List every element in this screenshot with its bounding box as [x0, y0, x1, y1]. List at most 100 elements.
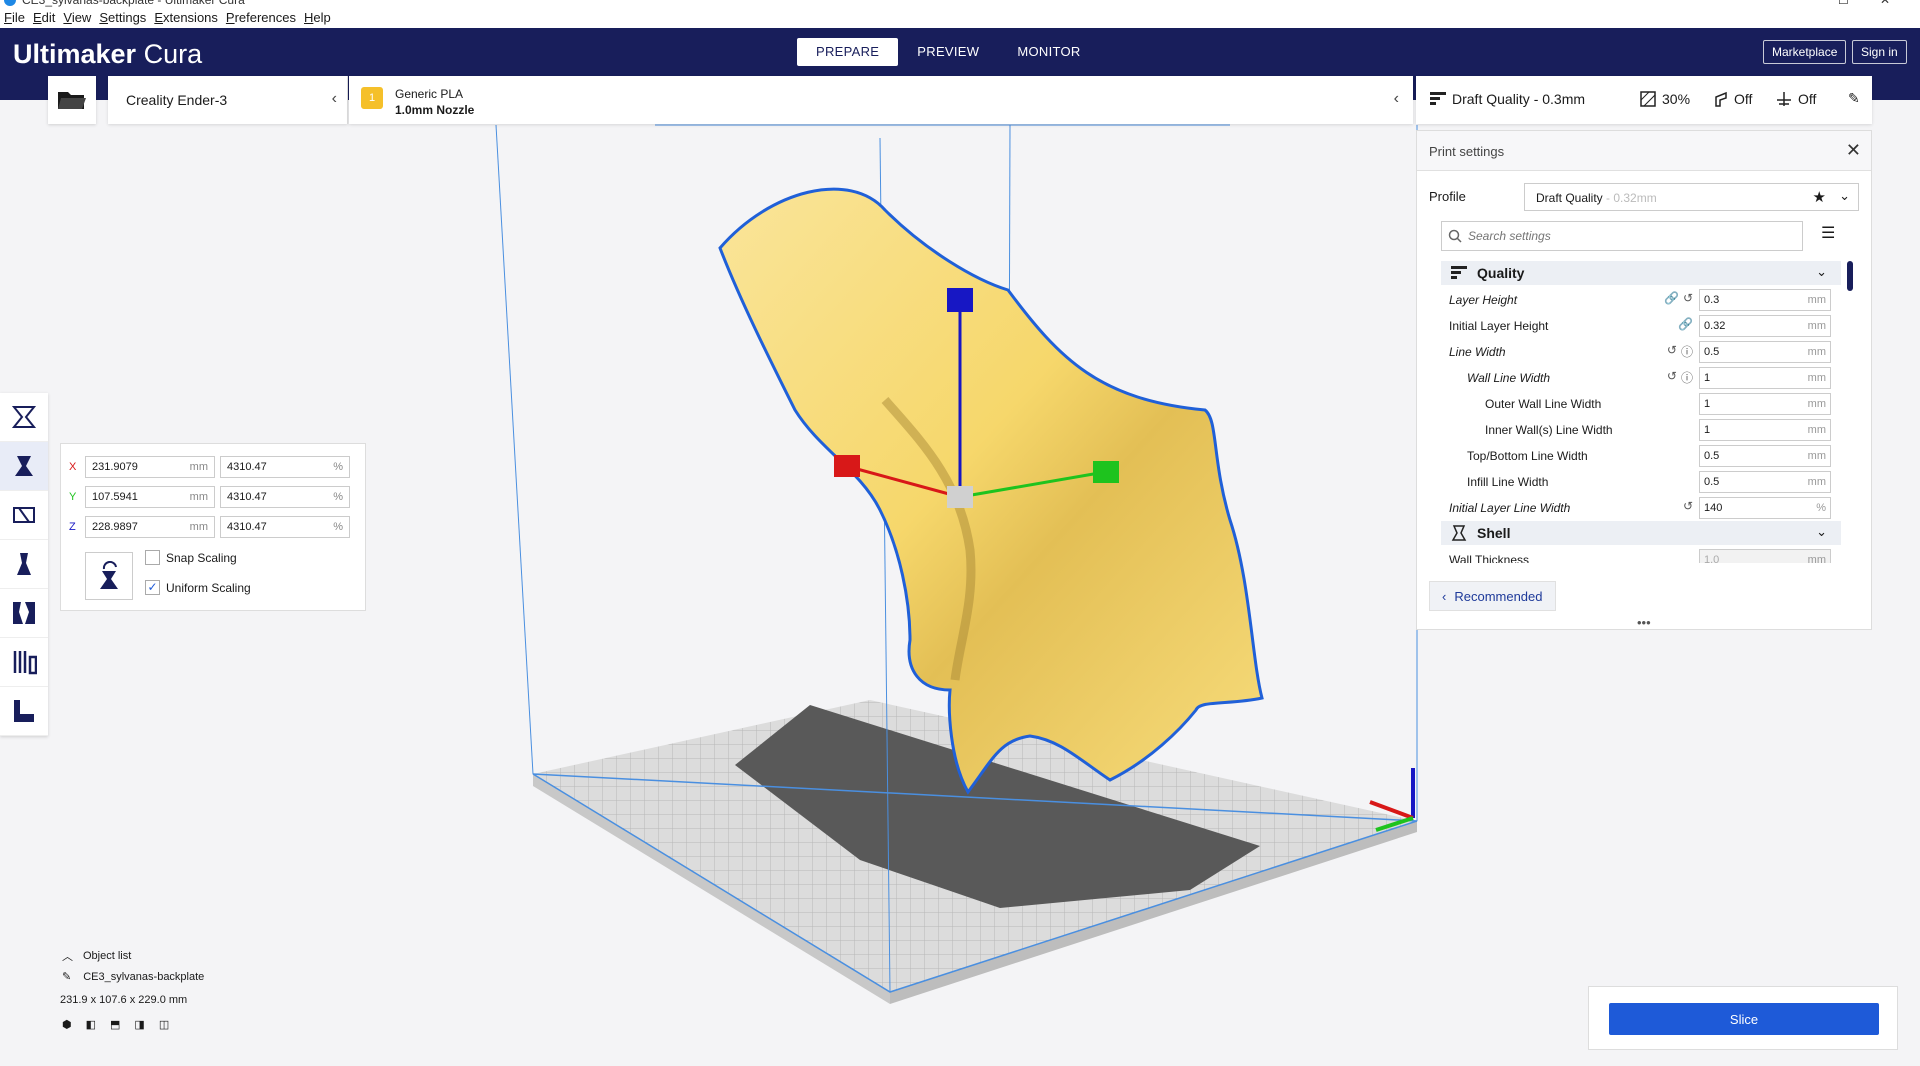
reset-icon[interactable]: ↺ [1667, 369, 1677, 386]
setting-name: Initial Layer Height [1449, 319, 1549, 333]
uniform-scaling-checkbox[interactable]: ✓ Uniform Scaling [145, 580, 251, 595]
menu-settings[interactable]: Settings [95, 8, 150, 28]
menu-file[interactable]: File [0, 8, 29, 28]
setting-value-input[interactable]: 1 mm [1699, 393, 1831, 415]
mirror-tool[interactable] [0, 540, 48, 589]
right-view-icon[interactable]: ◫ [159, 1018, 169, 1031]
material-selector[interactable]: 1 Generic PLA 1.0mm Nozzle ‹ [349, 76, 1413, 124]
setting-name: Outer Wall Line Width [1485, 397, 1602, 411]
scale-y-mm-input[interactable]: 107.5941 mm [85, 486, 215, 508]
open-file-button[interactable] [48, 76, 96, 124]
quality-icon [1430, 92, 1446, 105]
scale-y-pct-input[interactable]: 4310.47% [220, 486, 350, 508]
recommended-label: Recommended [1454, 588, 1543, 604]
z-axis-handle[interactable] [947, 288, 973, 312]
setting-line-width: Line Width ↺ ⓘ 0.5 mm [1441, 339, 1841, 365]
scale-z-pct-input[interactable]: 4310.47% [220, 516, 350, 538]
object-name-row[interactable]: ✎ CE3_sylvanas-backplate [62, 970, 204, 984]
lay-flat-tool[interactable] [0, 687, 48, 736]
mirror-icon [17, 553, 31, 575]
link-icon[interactable]: 🔗 [1678, 317, 1693, 331]
maximize-icon[interactable]: ☐ [1838, 0, 1849, 8]
brand-logo: Ultimaker Cura [13, 36, 202, 72]
setting-value-input[interactable]: 0.32 mm [1699, 315, 1831, 337]
profile-dropdown[interactable]: Draft Quality - 0.32mm ★ ⌄ [1524, 183, 1859, 211]
per-model-settings-tool[interactable] [0, 589, 48, 638]
close-icon[interactable]: ✕ [1846, 140, 1861, 161]
category-quality[interactable]: Quality ⌄ [1441, 261, 1841, 285]
scale-z-pct-value: 4310.47 [227, 521, 267, 533]
search-input[interactable] [1468, 229, 1768, 243]
snap-scaling-box[interactable] [145, 550, 160, 565]
setting-value-input[interactable]: 1 mm [1699, 367, 1831, 389]
front-view-icon[interactable]: ◧ [86, 1018, 96, 1031]
settings-visibility-menu-icon[interactable]: ☰ [1821, 223, 1835, 243]
top-view-icon[interactable]: ⬒ [110, 1018, 120, 1031]
reset-icon[interactable]: ↺ [1667, 343, 1677, 360]
snap-scaling-checkbox[interactable]: Snap Scaling [145, 550, 237, 565]
object-list-toggle[interactable]: ︿ Object list [62, 948, 131, 964]
setting-value-input[interactable]: 140% [1699, 497, 1831, 519]
settings-list[interactable]: Quality ⌄ Layer Height 🔗 ↺ 0.3 mm Initial … [1441, 261, 1841, 563]
star-icon[interactable]: ★ [1813, 188, 1826, 206]
menu-view[interactable]: View [59, 8, 95, 28]
support-blocker-tool[interactable] [0, 638, 48, 687]
tab-monitor[interactable]: MONITOR [998, 38, 1099, 66]
move-tool[interactable] [0, 393, 48, 442]
sign-in-button[interactable]: Sign in [1852, 40, 1907, 64]
scale-x-mm-input[interactable]: 231.9079 mm [85, 456, 215, 478]
edit-pencil-icon[interactable]: ✎ [1848, 90, 1860, 107]
setting-value-input[interactable]: 1.0 mm [1699, 549, 1831, 563]
chevron-up-icon: ︿ [62, 951, 73, 963]
setting-value-input[interactable]: 0.5 mm [1699, 445, 1831, 467]
menu-extensions[interactable]: Extensions [150, 8, 222, 28]
close-window-icon[interactable]: ✕ [1880, 0, 1890, 8]
setting-name: Wall Line Width [1467, 371, 1551, 385]
link-icon[interactable]: 🔗 [1664, 291, 1679, 305]
y-axis-handle[interactable] [1093, 461, 1119, 483]
setting-icons: 🔗 [1647, 317, 1693, 331]
setting-value: 0.5 [1704, 476, 1720, 488]
marketplace-button[interactable]: Marketplace [1763, 40, 1847, 64]
reset-scale-button[interactable] [85, 552, 133, 600]
3d-view-icon[interactable]: ⬢ [62, 1018, 72, 1031]
object-dimensions: 231.9 x 107.6 x 229.0 mm [60, 994, 188, 1006]
slice-button[interactable]: Slice [1609, 1003, 1879, 1035]
settings-scrollbar[interactable] [1847, 261, 1853, 291]
menu-preferences[interactable]: Preferences [222, 8, 300, 28]
uniform-scaling-box[interactable]: ✓ [145, 580, 160, 595]
menu-edit[interactable]: Edit [29, 8, 59, 28]
rotate-tool[interactable] [0, 491, 48, 540]
pencil-icon[interactable]: ✎ [62, 970, 71, 983]
info-icon[interactable]: ⓘ [1681, 343, 1693, 360]
setting-value-input[interactable]: 0.5 mm [1699, 471, 1831, 493]
setting-name: Initial Layer Line Width [1449, 501, 1571, 515]
center-handle[interactable] [947, 486, 973, 508]
scale-z-mm-input[interactable]: 228.9897 mm [85, 516, 215, 538]
scale-tool[interactable] [0, 442, 48, 491]
menu-help[interactable]: Help [300, 8, 335, 28]
search-settings-field[interactable] [1441, 221, 1803, 251]
tab-preview[interactable]: PREVIEW [898, 38, 998, 66]
reset-icon[interactable]: ↺ [1683, 499, 1693, 513]
setting-value-input[interactable]: 1 mm [1699, 419, 1831, 441]
unit-pct: % [333, 461, 343, 473]
resize-handle[interactable]: ••• [1637, 615, 1651, 630]
machine-selector[interactable]: Creality Ender-3 ‹ [108, 76, 348, 124]
recommended-mode-button[interactable]: ‹ Recommended [1429, 581, 1556, 611]
print-settings-header: Print settings ✕ [1417, 131, 1871, 171]
left-view-icon[interactable]: ◨ [134, 1018, 144, 1031]
scale-x-pct-input[interactable]: 4310.47% [220, 456, 350, 478]
reset-icon[interactable]: ↺ [1683, 291, 1693, 305]
info-icon[interactable]: ⓘ [1681, 369, 1693, 386]
setting-value-input[interactable]: 0.5 mm [1699, 341, 1831, 363]
x-axis-handle[interactable] [834, 455, 860, 477]
setting-value-input[interactable]: 0.3 mm [1699, 289, 1831, 311]
category-shell[interactable]: Shell ⌄ [1441, 521, 1841, 545]
printer-selector-bar: Creality Ender-3 ‹ 1 Generic PLA 1.0mm N… [48, 76, 1413, 124]
tab-prepare[interactable]: PREPARE [797, 38, 899, 66]
infill-icon [1640, 91, 1656, 107]
rotate-icon [13, 507, 35, 523]
setting-outer-wall-line-width: Outer Wall Line Width 1 mm [1441, 391, 1841, 417]
print-setup-selector[interactable]: Draft Quality - 0.3mm 30% Off Off ✎ [1416, 76, 1872, 124]
